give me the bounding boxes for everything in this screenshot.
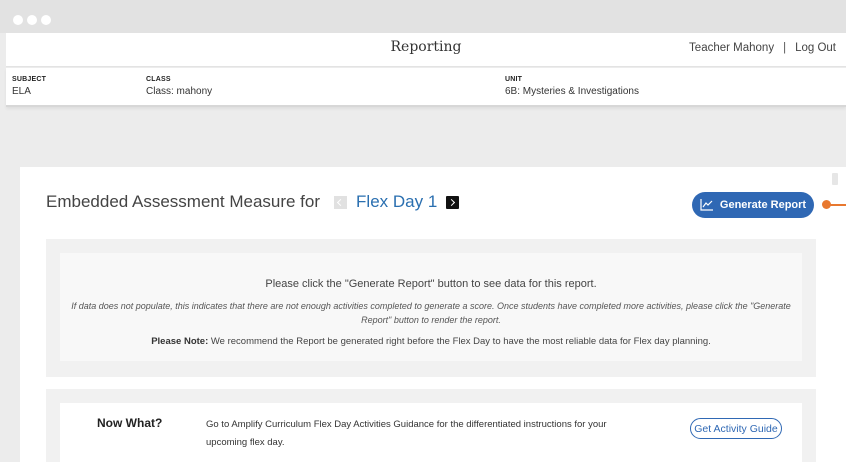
now-what-text: Go to Amplify Curriculum Flex Day Activi…: [206, 419, 607, 448]
user-menu: Teacher Mahony | Log Out: [689, 42, 836, 54]
class-value: Class: mahony: [146, 86, 213, 97]
window-minimize-dot[interactable]: [27, 15, 37, 25]
user-name: Teacher Mahony: [689, 42, 775, 54]
now-what-box: Now What? Go to Amplify Curriculum Flex …: [60, 403, 802, 462]
class-filter[interactable]: CLASS Class: mahony: [146, 76, 212, 97]
unit-label: UNIT: [505, 76, 523, 83]
window-close-dot[interactable]: [13, 15, 23, 25]
window-maximize-dot[interactable]: [41, 15, 51, 25]
filter-bar: SUBJECT ELA CLASS Class: mahony UNIT 6B:…: [6, 68, 846, 107]
notice-box: Please click the "Generate Report" butto…: [60, 253, 802, 361]
window-titlebar: [0, 0, 846, 33]
notice-instruction: Please click the "Generate Report" butto…: [265, 278, 597, 290]
subject-filter[interactable]: SUBJECT ELA: [12, 76, 46, 97]
notice-note-text: We recommend the Report be generated rig…: [208, 336, 711, 347]
unit-filter[interactable]: UNIT 6B: Mysteries & Investigations: [505, 76, 639, 97]
notice-note: Please Note: We recommend the Report be …: [60, 336, 802, 347]
notice-explanation: If data does not populate, this indicate…: [71, 301, 791, 325]
annotation-line: [829, 204, 846, 206]
generate-report-button[interactable]: Generate Report: [692, 192, 814, 218]
notice-note-label: Please Note:: [151, 336, 209, 347]
report-card: Embedded Assessment Measure for Flex Day…: [20, 167, 846, 462]
get-activity-guide-button[interactable]: Get Activity Guide: [690, 418, 782, 439]
assessment-title: Embedded Assessment Measure for: [46, 192, 321, 211]
class-label: CLASS: [146, 76, 171, 83]
flex-day-link[interactable]: Flex Day 1: [356, 192, 437, 212]
subject-value: ELA: [12, 86, 31, 97]
unit-value: 6B: Mysteries & Investigations: [505, 86, 639, 97]
line-chart-icon: [700, 199, 713, 211]
notice-panel: Please click the "Generate Report" butto…: [46, 239, 816, 377]
chevron-right-icon[interactable]: [446, 195, 460, 209]
app-header: Reporting Teacher Mahony | Log Out: [6, 33, 846, 67]
logout-link[interactable]: Log Out: [795, 42, 836, 54]
scrollbar-thumb[interactable]: [832, 173, 838, 185]
assessment-heading: Embedded Assessment Measure for Flex Day…: [46, 192, 460, 212]
chevron-left-icon[interactable]: [334, 195, 348, 209]
header-separator: |: [783, 42, 787, 54]
subject-label: SUBJECT: [12, 76, 47, 83]
now-what-panel: Now What? Go to Amplify Curriculum Flex …: [46, 389, 816, 462]
now-what-title: Now What?: [97, 416, 163, 430]
generate-report-label: Generate Report: [719, 199, 807, 211]
